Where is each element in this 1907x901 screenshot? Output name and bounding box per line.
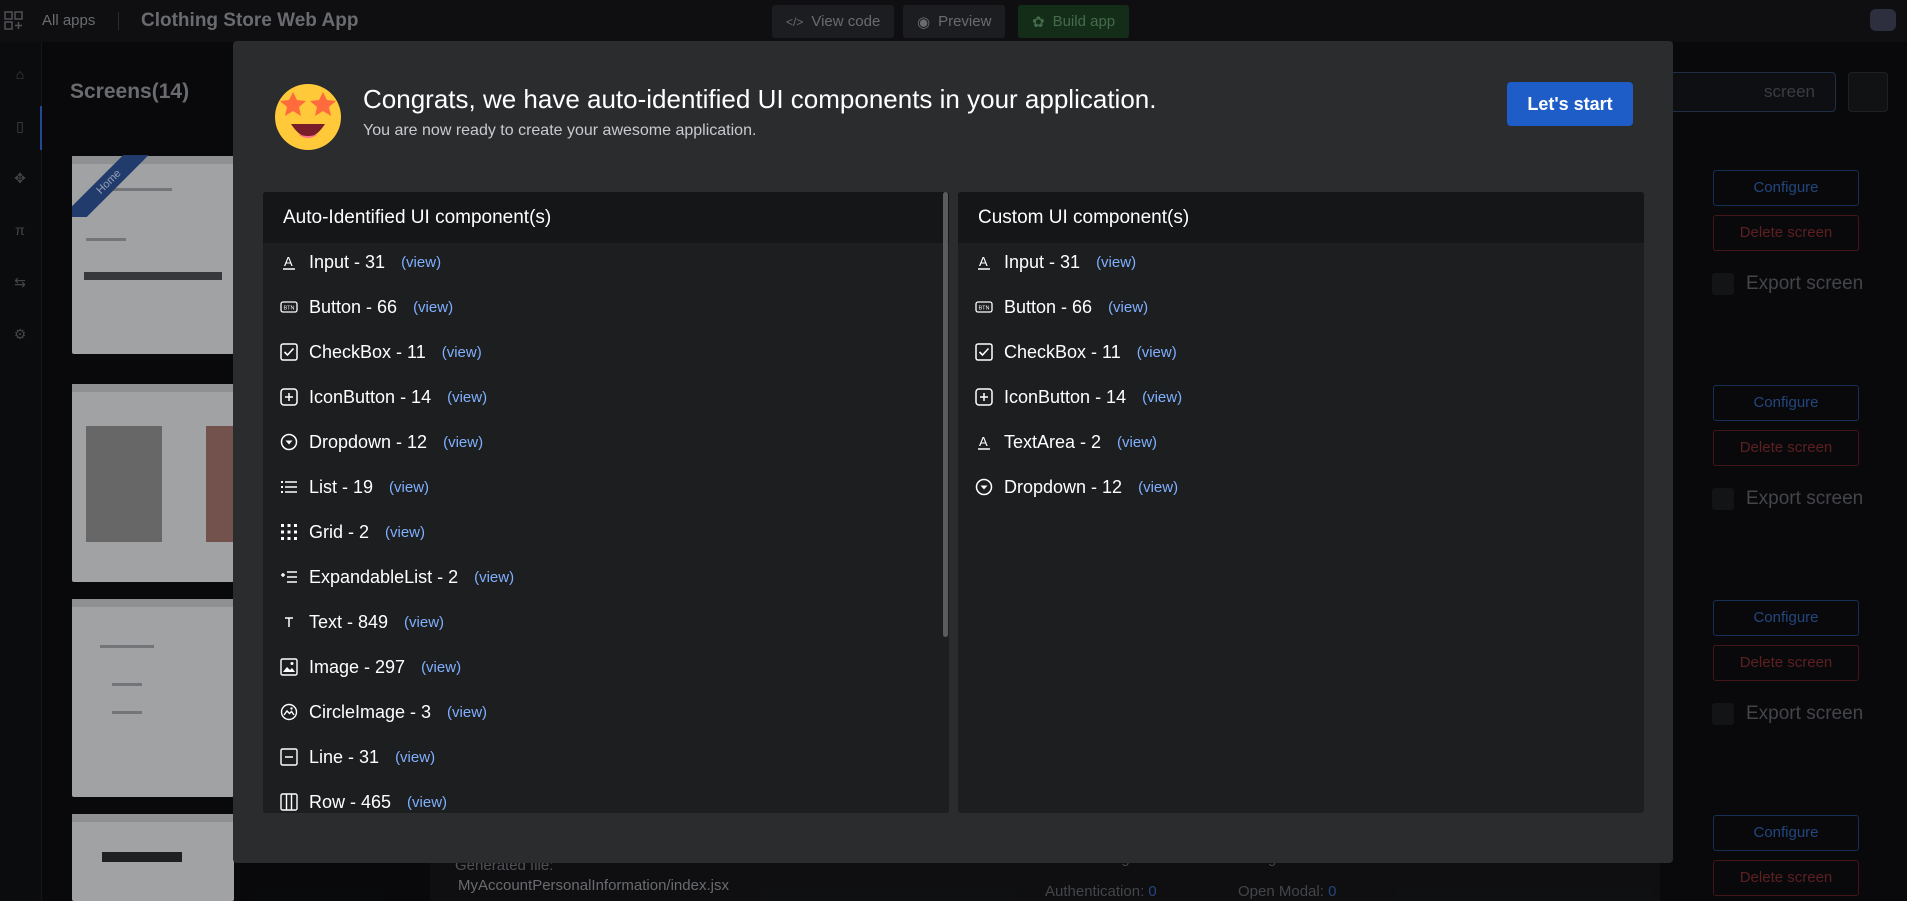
textarea-icon: A [974,432,994,452]
component-label: Dropdown - 12 [309,431,428,452]
view-link[interactable]: (view) [443,434,483,451]
component-label: Row - 465 [309,791,392,812]
component-label: CircleImage - 3 [309,701,432,722]
star-struck-emoji-icon [275,84,341,150]
component-label: Text - 849 [309,611,389,632]
component-item-image: Image - 297 (view) [279,652,461,682]
view-link[interactable]: (view) [413,299,453,316]
button-icon: BTN [279,297,299,317]
dropdown-icon [279,432,299,452]
svg-text:BTN: BTN [284,306,295,312]
view-link[interactable]: (view) [447,704,487,721]
component-item-dropdown: Dropdown - 12 (view) [279,427,483,457]
custom-components-panel: Custom UI component(s) A Input - 31 (vie… [958,192,1644,813]
svg-text:A: A [979,434,988,449]
expandable-list-icon [279,567,299,587]
view-link[interactable]: (view) [404,614,444,631]
modal-subtitle: You are now ready to create your awesome… [363,122,757,139]
component-label: Line - 31 [309,746,380,767]
component-label: IconButton - 14 [309,386,432,407]
view-link[interactable]: (view) [1142,389,1182,406]
view-link[interactable]: (view) [1137,344,1177,361]
component-item-line: Line - 31 (view) [279,742,435,772]
component-item-dropdown: Dropdown - 12 (view) [974,472,1178,502]
component-item-text: Text - 849 (view) [279,607,444,637]
component-label: Button - 66 [1004,296,1093,317]
view-link[interactable]: (view) [1108,299,1148,316]
view-link[interactable]: (view) [389,479,429,496]
component-item-checkbox: CheckBox - 11 (view) [279,337,482,367]
component-item-button: BTN Button - 66 (view) [279,292,453,322]
lets-start-button[interactable]: Let's start [1507,82,1633,126]
dropdown-icon [974,477,994,497]
grid-icon [279,522,299,542]
svg-text:BTN: BTN [979,306,990,312]
input-icon: A [974,252,994,272]
view-link[interactable]: (view) [1138,479,1178,496]
text-icon [279,612,299,632]
view-link[interactable]: (view) [447,389,487,406]
component-item-input: A Input - 31 (view) [974,247,1136,277]
view-link[interactable]: (view) [1096,254,1136,271]
view-link[interactable]: (view) [385,524,425,541]
component-item-row: Row - 465 (view) [279,787,447,813]
component-label: Input - 31 [1004,251,1081,272]
component-label: IconButton - 14 [1004,386,1127,407]
component-label: Grid - 2 [309,521,370,542]
component-item-icon-button: IconButton - 14 (view) [974,382,1182,412]
icon-button-icon [974,387,994,407]
component-item-input: A Input - 31 (view) [279,247,441,277]
component-item-checkbox: CheckBox - 11 (view) [974,337,1177,367]
view-link[interactable]: (view) [395,749,435,766]
auto-panel-scrollbar[interactable] [943,192,948,637]
component-label: TextArea - 2 [1004,431,1102,452]
component-label: Input - 31 [309,251,386,272]
component-item-list: List - 19 (view) [279,472,429,502]
auto-identified-panel[interactable]: Auto-Identified UI component(s) A Input … [263,192,949,813]
row-icon [279,792,299,812]
component-label: ExpandableList - 2 [309,566,459,587]
component-item-circle-image: CircleImage - 3 (view) [279,697,487,727]
component-label: Image - 297 [309,656,406,677]
app-root: All apps Clothing Store Web App </> View… [0,0,1907,901]
component-item-expandable-list: ExpandableList - 2 (view) [279,562,514,592]
svg-text:A: A [979,254,988,269]
input-icon: A [279,252,299,272]
component-item-grid: Grid - 2 (view) [279,517,425,547]
component-label: CheckBox - 11 [1004,341,1121,362]
view-link[interactable]: (view) [421,659,461,676]
checkbox-icon [974,342,994,362]
line-icon [279,747,299,767]
view-link[interactable]: (view) [407,794,447,811]
component-item-icon-button: IconButton - 14 (view) [279,382,487,412]
component-label: Dropdown - 12 [1004,476,1123,497]
component-label: Button - 66 [309,296,398,317]
checkbox-icon [279,342,299,362]
custom-components-heading: Custom UI component(s) [958,192,1644,243]
auto-identified-heading: Auto-Identified UI component(s) [263,192,949,243]
button-icon: BTN [974,297,994,317]
svg-text:A: A [284,254,293,269]
icon-button-icon [279,387,299,407]
list-icon [279,477,299,497]
view-link[interactable]: (view) [474,569,514,586]
view-link[interactable]: (view) [401,254,441,271]
component-label: List - 19 [309,476,374,497]
image-icon [279,657,299,677]
components-modal: Congrats, we have auto-identified UI com… [233,41,1673,863]
component-label: CheckBox - 11 [309,341,426,362]
view-link[interactable]: (view) [1117,434,1157,451]
component-item-textarea: A TextArea - 2 (view) [974,427,1157,457]
view-link[interactable]: (view) [442,344,482,361]
component-item-button: BTN Button - 66 (view) [974,292,1148,322]
modal-title: Congrats, we have auto-identified UI com… [363,84,1157,114]
circle-image-icon [279,702,299,722]
